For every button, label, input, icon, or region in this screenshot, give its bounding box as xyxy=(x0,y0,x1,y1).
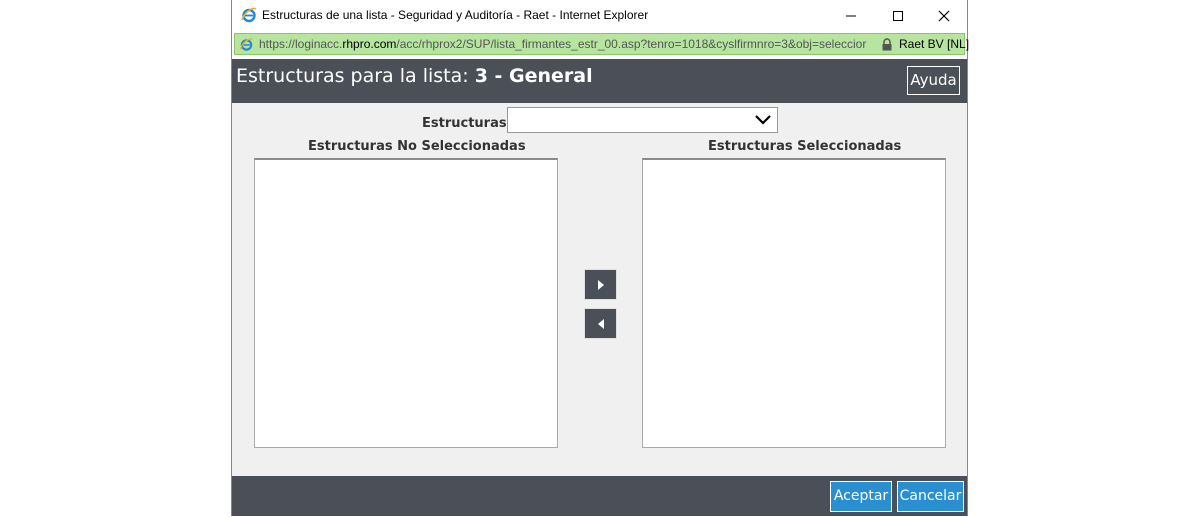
page-title: Estructuras para la lista: 3 - General xyxy=(236,65,593,87)
triangle-left-icon xyxy=(597,318,604,329)
certificate-label[interactable]: Raet BV [NL] xyxy=(899,37,969,51)
title-bar: Estructuras de una lista - Seguridad y A… xyxy=(232,0,967,31)
unselected-structures-list[interactable] xyxy=(254,158,558,448)
dialog-header: Estructuras para la lista: 3 - General A… xyxy=(232,59,967,103)
minimize-button[interactable] xyxy=(828,0,874,31)
close-button[interactable] xyxy=(921,0,967,31)
address-url[interactable]: https://loginacc.rhpro.com/acc/rhprox2/S… xyxy=(259,37,871,51)
move-right-button[interactable] xyxy=(584,269,617,300)
estructuras-select[interactable] xyxy=(507,107,778,133)
address-bar[interactable]: https://loginacc.rhpro.com/acc/rhprox2/S… xyxy=(234,33,969,55)
help-button[interactable]: Ayuda xyxy=(907,66,960,95)
page-title-prefix: Estructuras para la lista: xyxy=(236,65,475,87)
cancel-button[interactable]: Cancelar xyxy=(897,481,964,512)
triangle-right-icon xyxy=(597,279,604,290)
selected-structures-list[interactable] xyxy=(642,158,946,448)
page-favicon-icon xyxy=(239,38,253,51)
browser-window: Estructuras de una lista - Seguridad y A… xyxy=(231,0,969,516)
accept-button[interactable]: Aceptar xyxy=(830,481,892,512)
url-prefix: https://loginacc. xyxy=(259,37,343,51)
url-domain: rhpro.com xyxy=(342,37,397,51)
maximize-icon xyxy=(893,10,903,21)
window-title: Estructuras de una lista - Seguridad y A… xyxy=(262,8,649,22)
dialog-footer: Aceptar Cancelar xyxy=(232,476,967,516)
maximize-button[interactable] xyxy=(875,0,921,31)
internet-explorer-icon xyxy=(241,7,257,23)
move-left-button[interactable] xyxy=(584,308,617,339)
selected-list-title: Estructuras Seleccionadas xyxy=(708,139,902,154)
lock-icon[interactable] xyxy=(881,38,893,51)
page-title-list-name: 3 - General xyxy=(474,65,593,87)
url-path: /acc/rhprox2/SUP/lista_firmantes_estr_00… xyxy=(396,37,867,51)
minimize-icon xyxy=(846,15,856,16)
dialog-content: Estructuras: Estructuras No Seleccionada… xyxy=(232,103,967,476)
estructuras-label: Estructuras: xyxy=(422,116,512,131)
chevron-down-icon xyxy=(755,115,771,125)
close-icon xyxy=(938,10,950,21)
unselected-list-title: Estructuras No Seleccionadas xyxy=(308,139,526,154)
